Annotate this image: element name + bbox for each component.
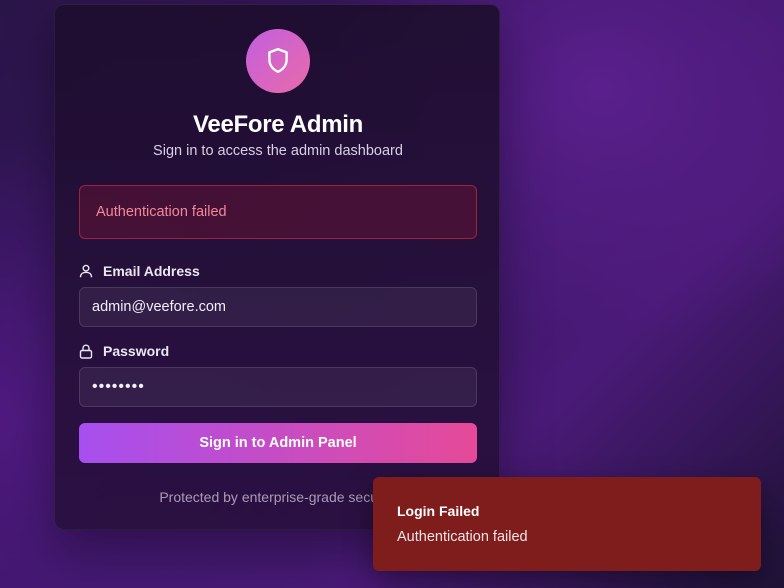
error-alert: Authentication failed — [79, 185, 477, 239]
sign-in-button[interactable]: Sign in to Admin Panel — [79, 423, 477, 463]
password-field[interactable] — [79, 367, 477, 407]
user-icon — [79, 264, 93, 278]
login-card: VeeFore Admin Sign in to access the admi… — [54, 4, 500, 530]
lock-icon — [79, 343, 93, 359]
brand-logo — [246, 29, 310, 93]
toast-title: Login Failed — [397, 503, 480, 519]
email-label-text: Email Address — [103, 263, 200, 279]
error-message: Authentication failed — [96, 204, 227, 220]
toast-message: Authentication failed — [397, 529, 528, 545]
password-label: Password — [79, 343, 169, 359]
email-field[interactable] — [79, 287, 477, 327]
password-label-text: Password — [103, 343, 170, 359]
email-label: Email Address — [79, 263, 200, 279]
shield-icon — [268, 47, 288, 73]
page-subtitle: Sign in to access the admin dashboard — [153, 143, 403, 159]
error-toast[interactable]: Login Failed Authentication failed — [373, 477, 761, 571]
page-title: VeeFore Admin — [193, 111, 363, 138]
